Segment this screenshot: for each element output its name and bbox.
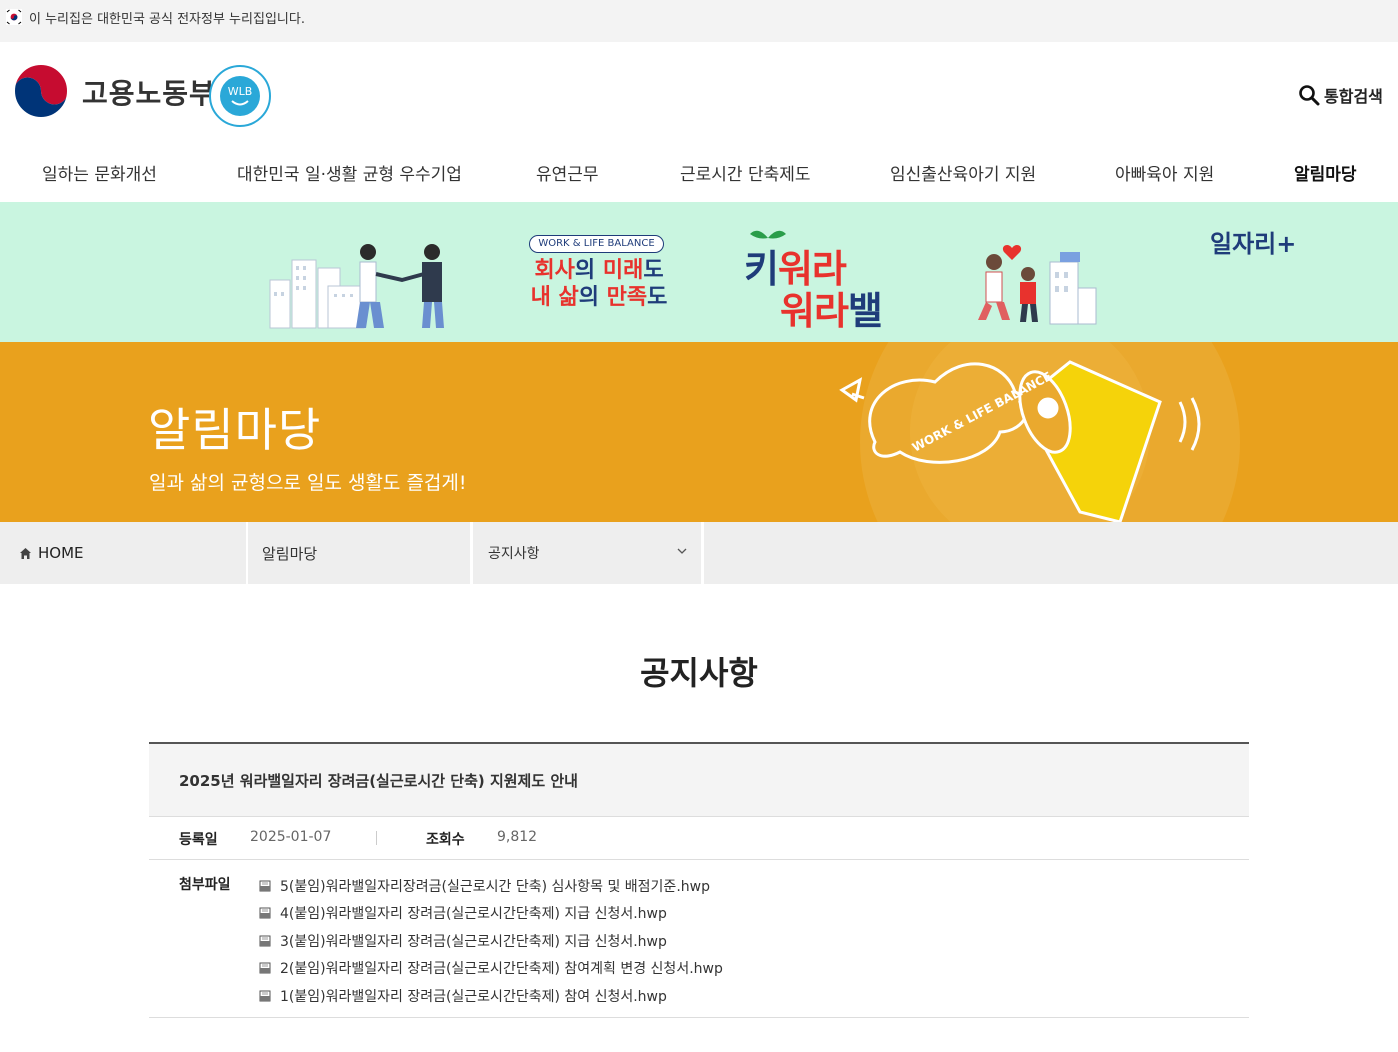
date-label: 등록일 xyxy=(179,832,218,848)
home-icon xyxy=(20,547,31,559)
banner-illustration xyxy=(269,230,1097,329)
nav-item-flexible-work[interactable]: 유연근무 xyxy=(536,160,599,185)
megaphone-illustration: WORK & LIFE BALANCE xyxy=(839,342,1240,522)
file-icon xyxy=(259,990,271,1002)
nav-item-notices[interactable]: 알림마당 xyxy=(1294,160,1357,185)
post-meta: 등록일 2025-01-07 조회수 9,812 xyxy=(149,817,1249,860)
handshake-people-illustration xyxy=(356,244,444,328)
nav-item-excellent-companies[interactable]: 대한민국 일·생활 균형 우수기업 xyxy=(237,160,462,185)
attachment-link[interactable]: 3(붙임)워라밸일자리 장려금(실근로시간단축제) 지급 신청서.hwp xyxy=(259,927,723,955)
wlb-pill-label: WORK & LIFE BALANCE xyxy=(529,235,664,253)
chevron-down-icon xyxy=(677,548,687,554)
breadcrumb: HOME 알림마당 공지사항 xyxy=(0,522,1398,584)
gov-notice-text: 이 누리집은 대한민국 공식 전자정부 누리집입니다. xyxy=(29,12,305,27)
search-icon xyxy=(1299,85,1320,106)
search-label: 통합검색 xyxy=(1324,87,1383,106)
breadcrumb-level2-dropdown[interactable]: 공지사항 xyxy=(473,522,701,584)
breadcrumb-level2-label: 공지사항 xyxy=(488,546,540,562)
attachment-filename: 2(붙임)워라밸일자리 장려금(실근로시간단축제) 참여계획 변경 신청서.hw… xyxy=(280,961,723,978)
views-label: 조회수 xyxy=(426,832,465,848)
post-subject: 2025년 워라밸일자리 장려금(실근로시간 단축) 지원제도 안내 xyxy=(149,744,1249,817)
section-hero: WORK & LIFE BALANCE 알림마당 일과 삶의 균형으로 일도 생… xyxy=(0,342,1398,522)
meta-divider xyxy=(376,831,377,845)
attachment-filename: 1(붙임)워라밸일자리 장려금(실근로시간단축제) 참여 신청서.hwp xyxy=(280,988,667,1005)
site-header: 고용노동부 WLB 통합검색 xyxy=(0,42,1398,140)
attachment-link[interactable]: 1(붙임)워라밸일자리 장려금(실근로시간단축제) 참여 신청서.hwp xyxy=(259,982,723,1010)
banner-brand-line2: 워라밸 xyxy=(780,289,883,333)
jobs-plus-logo[interactable]: 일자리+ xyxy=(1210,224,1296,259)
nav-item-working-hours-reduction[interactable]: 근로시간 단축제도 xyxy=(680,160,811,185)
attachment-filename: 4(붙임)워라밸일자리 장려금(실근로시간단축제) 지급 신청서.hwp xyxy=(280,906,667,923)
breadcrumb-home-label: HOME xyxy=(38,544,84,562)
nav-item-childcare-support[interactable]: 임신출산육아기 지원 xyxy=(890,160,1036,185)
government-emblem-icon[interactable] xyxy=(12,62,70,120)
family-illustration xyxy=(978,245,1097,325)
post-view: 2025년 워라밸일자리 장려금(실근로시간 단축) 지원제도 안내 등록일 2… xyxy=(149,742,1249,1018)
attachments: 첨부파일 5(붙임)워라밸일자리장려금(실근로시간 단축) 심사항목 및 배점기… xyxy=(149,860,1249,1018)
section-title: 알림마당 xyxy=(148,403,322,457)
file-icon xyxy=(259,935,271,947)
nav-item-father-childcare[interactable]: 아빠육아 지원 xyxy=(1115,160,1214,185)
main-navigation: 일하는 문화개선 대한민국 일·생활 균형 우수기업 유연근무 근로시간 단축제… xyxy=(0,140,1398,202)
promo-banner[interactable]: WORK & LIFE BALANCE 회사의 미래도 내 삶의 만족도 키워라… xyxy=(0,202,1398,342)
ministry-logo-text[interactable]: 고용노동부 xyxy=(82,72,216,112)
page-title: 공지사항 xyxy=(640,654,758,692)
attachment-filename: 5(붙임)워라밸일자리장려금(실근로시간 단축) 심사항목 및 배점기준.hwp xyxy=(280,878,710,895)
file-icon xyxy=(259,907,271,919)
date-value: 2025-01-07 xyxy=(250,829,332,845)
breadcrumb-level1[interactable]: 알림마당 xyxy=(248,522,470,584)
attachment-filename: 3(붙임)워라밸일자리 장려금(실근로시간단축제) 지급 신청서.hwp xyxy=(280,933,667,950)
file-icon xyxy=(259,962,271,974)
wlb-badge-icon: WLB xyxy=(209,65,271,127)
nav-item-work-culture[interactable]: 일하는 문화개선 xyxy=(42,160,157,185)
section-subtitle: 일과 삶의 균형으로 일도 생활도 즐겁게! xyxy=(149,472,467,494)
attachment-link[interactable]: 5(붙임)워라밸일자리장려금(실근로시간 단축) 심사항목 및 배점기준.hwp xyxy=(259,872,723,900)
attachments-label: 첨부파일 xyxy=(179,877,231,893)
breadcrumb-empty xyxy=(704,522,1398,584)
breadcrumb-home[interactable]: HOME xyxy=(3,522,246,584)
korea-flag-icon xyxy=(6,9,22,25)
attachment-link[interactable]: 2(붙임)워라밸일자리 장려금(실근로시간단축제) 참여계획 변경 신청서.hw… xyxy=(259,955,723,983)
integrated-search-button[interactable]: 통합검색 xyxy=(1298,82,1383,108)
banner-slogan: 회사의 미래도 내 삶의 만족도 xyxy=(530,258,668,310)
attachment-link[interactable]: 4(붙임)워라밸일자리 장려금(실근로시간단축제) 지급 신청서.hwp xyxy=(259,900,723,928)
views-value: 9,812 xyxy=(497,829,538,845)
buildings-left-illustration xyxy=(269,259,365,329)
file-icon xyxy=(259,880,271,892)
attachment-list: 5(붙임)워라밸일자리장려금(실근로시간 단축) 심사항목 및 배점기준.hwp… xyxy=(259,872,723,1010)
gov-notice-bar: 이 누리집은 대한민국 공식 전자정부 누리집입니다. xyxy=(0,0,1398,42)
wlb-badge-text: WLB xyxy=(228,85,253,98)
